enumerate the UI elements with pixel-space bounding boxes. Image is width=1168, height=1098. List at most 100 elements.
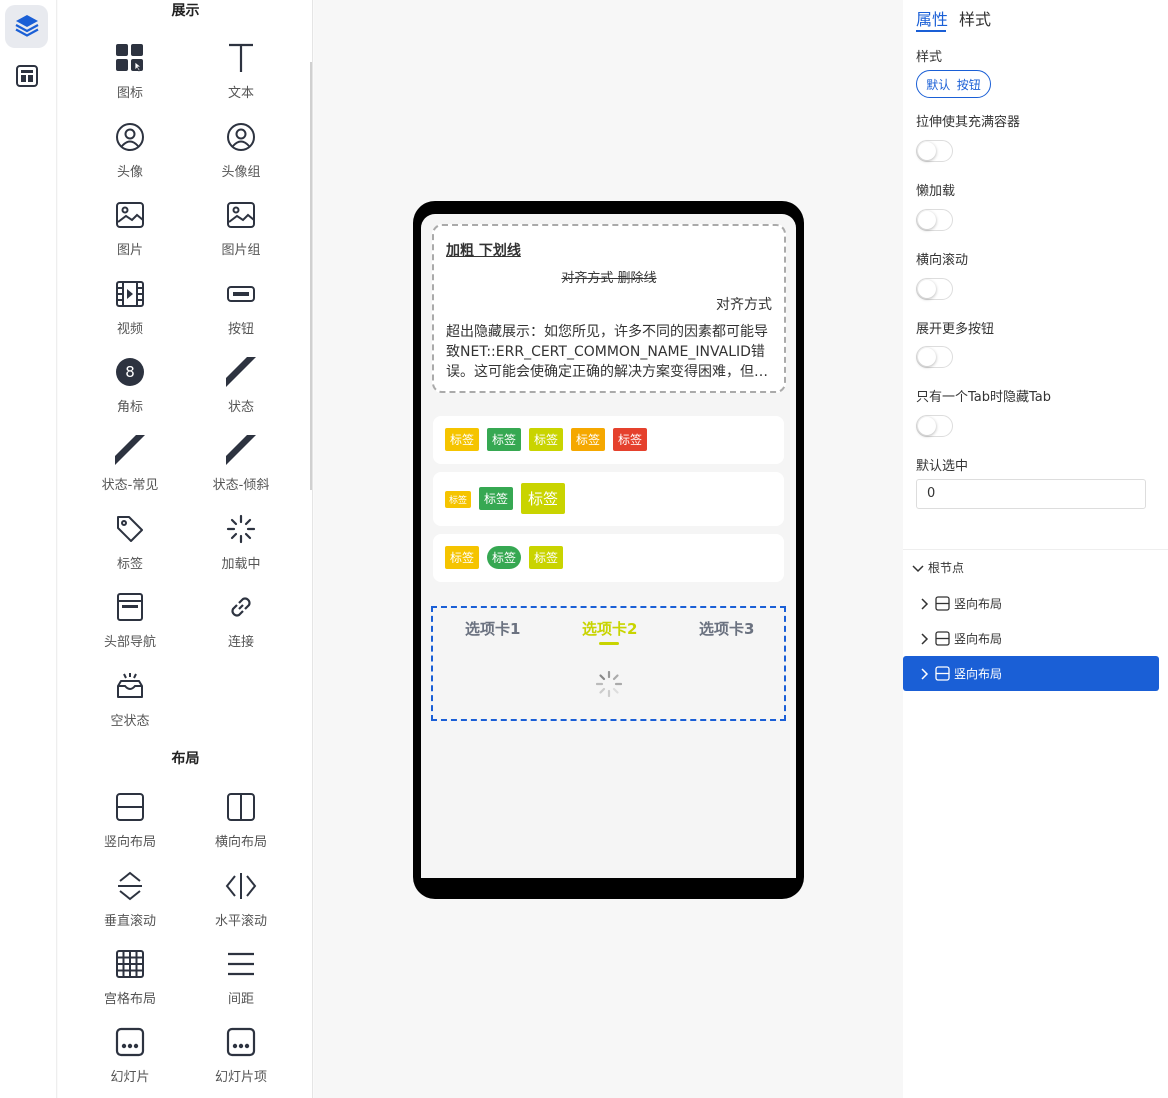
expand-more-toggle[interactable]	[916, 346, 953, 368]
style-option-button[interactable]: 按钮	[957, 76, 981, 93]
palette-item-badge[interactable]: 8 角标	[80, 354, 180, 424]
chevron-right-icon	[921, 632, 929, 645]
spacing-icon	[225, 948, 257, 980]
palette-item-grid-layout[interactable]: 宫格布局	[80, 946, 180, 1016]
image-icon	[114, 199, 146, 231]
tag-large: 标签	[521, 483, 565, 514]
palette-item-vertical-scroll[interactable]: 垂直滚动	[80, 868, 180, 938]
tag-row-3[interactable]: 标签 标签 标签	[433, 534, 784, 582]
palette-item-image[interactable]: 图片	[80, 197, 180, 267]
tabs-component[interactable]: 选项卡1 选项卡2 选项卡3	[431, 606, 786, 721]
active-tab-underline	[916, 30, 946, 32]
palette-item-horizontal-scroll[interactable]: 水平滚动	[191, 868, 291, 938]
phone-screen[interactable]: 加粗 下划线 对齐方式 删除线 对齐方式 超出隐藏展示：如您所见，许多不同的因素…	[421, 214, 796, 878]
tab-styles[interactable]: 样式	[959, 6, 991, 30]
loading-icon	[225, 513, 257, 545]
grid-apps-icon	[114, 42, 146, 74]
slideshow-icon	[114, 1026, 146, 1058]
tag-round: 标签	[487, 546, 521, 569]
palette-item-button[interactable]: 按钮	[191, 276, 291, 346]
tag-row-2[interactable]: 标签 标签 标签	[433, 472, 784, 526]
palette-item-status[interactable]: 状态	[191, 354, 291, 424]
component-palette: 展示 图标 文本 头像 头像组 图片 图片组 视频 按钮 8 角标 状态 状态-…	[58, 0, 313, 1098]
stretch-label: 拉伸使其充满容器	[916, 115, 1021, 130]
palette-item-horizontal-layout[interactable]: 横向布局	[191, 789, 291, 859]
avatar-group-icon	[225, 121, 257, 153]
template-layout-icon	[15, 64, 39, 92]
palette-item-status-common[interactable]: 状态-常见	[80, 432, 180, 502]
tab-1[interactable]: 选项卡1	[465, 618, 520, 639]
tag: 标签	[571, 428, 605, 451]
palette-item-avatar[interactable]: 头像	[80, 119, 180, 189]
lazy-load-label: 懒加载	[916, 184, 956, 199]
palette-item-status-tilt[interactable]: 状态-倾斜	[191, 432, 291, 502]
slide-item-icon	[225, 1026, 257, 1058]
style-option-default[interactable]: 默认	[926, 76, 950, 93]
tag: 标签	[445, 428, 479, 451]
palette-item-tag[interactable]: 标签	[80, 511, 180, 581]
tree-root[interactable]: 根节点	[903, 550, 1159, 585]
avatar-icon	[114, 121, 146, 153]
palette-item-spacing[interactable]: 间距	[191, 946, 291, 1016]
video-icon	[114, 278, 146, 310]
palette-item-slide-item[interactable]: 幻灯片项	[191, 1024, 291, 1094]
palette-scrollbar[interactable]	[310, 62, 312, 490]
hide-single-tab-toggle[interactable]	[916, 415, 953, 437]
palette-item-video[interactable]: 视频	[80, 276, 180, 346]
vertical-scroll-icon	[114, 870, 146, 902]
left-rail	[0, 0, 57, 1098]
tree-node-selected[interactable]: 竖向布局	[903, 656, 1159, 691]
link-icon	[225, 591, 257, 623]
text-block[interactable]: 加粗 下划线 对齐方式 删除线 对齐方式 超出隐藏展示：如您所见，许多不同的因素…	[432, 224, 786, 393]
grid-layout-icon	[114, 948, 146, 980]
palette-item-image-group[interactable]: 图片组	[191, 197, 291, 267]
chevron-right-icon	[921, 667, 929, 680]
tab-attributes[interactable]: 属性	[916, 6, 948, 30]
palette-item-link[interactable]: 连接	[191, 589, 291, 659]
palette-item-slideshow[interactable]: 幻灯片	[80, 1024, 180, 1094]
tree-node[interactable]: 竖向布局	[903, 621, 1159, 656]
horizontal-scroll-icon	[225, 870, 257, 902]
layout-section-title: 布局	[171, 751, 200, 767]
layers-button[interactable]	[5, 5, 48, 48]
status-tilt-icon	[225, 434, 257, 466]
tree-node[interactable]: 竖向布局	[903, 586, 1159, 621]
hscroll-label: 横向滚动	[916, 253, 969, 268]
status-common-icon	[114, 434, 146, 466]
active-tab-indicator	[599, 642, 619, 645]
palette-item-text[interactable]: 文本	[191, 40, 291, 110]
text-t-icon	[225, 42, 257, 74]
template-button[interactable]	[5, 56, 48, 99]
property-panel: 属性 样式 样式 默认 按钮 拉伸使其充满容器 懒加载 横向滚动 展开更多按钮 …	[903, 0, 1168, 1098]
display-section-title: 展示	[171, 3, 200, 19]
stretch-toggle[interactable]	[916, 140, 953, 162]
tag: 标签	[613, 428, 647, 451]
hscroll-toggle[interactable]	[916, 278, 953, 300]
palette-item-icon[interactable]: 图标	[80, 40, 180, 110]
hide-single-tab-label: 只有一个Tab时隐藏Tab	[916, 390, 1052, 405]
lazy-load-toggle[interactable]	[916, 209, 953, 231]
style-label: 样式	[916, 50, 943, 65]
tag: 标签	[529, 546, 563, 569]
palette-item-vertical-layout[interactable]: 竖向布局	[80, 789, 180, 859]
vertical-layout-icon	[935, 631, 950, 646]
image-group-icon	[225, 199, 257, 231]
palette-item-avatar-group[interactable]: 头像组	[191, 119, 291, 189]
tag-row-1[interactable]: 标签 标签 标签 标签 标签	[433, 416, 784, 464]
vertical-layout-icon	[114, 791, 146, 823]
vertical-layout-icon	[935, 596, 950, 611]
tag-small: 标签	[445, 491, 471, 508]
palette-item-empty[interactable]: 空状态	[80, 668, 180, 738]
tab-2[interactable]: 选项卡2	[582, 618, 637, 639]
tab-3[interactable]: 选项卡3	[699, 618, 754, 639]
palette-item-loading[interactable]: 加载中	[191, 511, 291, 581]
palette-item-header-nav[interactable]: 头部导航	[80, 589, 180, 659]
default-selected-input[interactable]: 0	[916, 479, 1146, 509]
default-selected-label: 默认选中	[916, 459, 969, 474]
tag-icon	[114, 513, 146, 545]
chevron-down-icon	[912, 564, 924, 572]
tag: 标签	[487, 428, 521, 451]
horizontal-layout-icon	[225, 791, 257, 823]
layers-icon	[14, 12, 40, 42]
style-segmented-control[interactable]: 默认 按钮	[916, 70, 991, 98]
